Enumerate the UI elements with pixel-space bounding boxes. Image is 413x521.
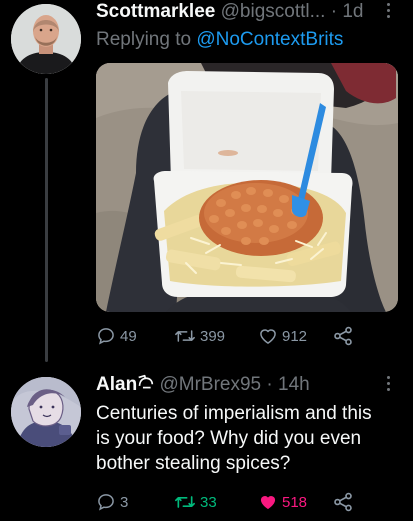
reply-count: 3	[120, 493, 129, 511]
tweet-text-line: is your food? Why did you even	[96, 428, 362, 449]
tweet-header: Scottmarklee @bigscottl... · 1d	[96, 1, 363, 23]
tweet-actions: 3 33 518	[96, 490, 366, 514]
retweet-icon	[175, 330, 195, 342]
thread-connector-line	[45, 78, 48, 362]
reply-icon	[98, 494, 114, 511]
tweet-header: Alan @MrBrex95 · 14h	[96, 374, 310, 396]
tweet-text: Centuries of imperialism and this is you…	[96, 401, 401, 476]
reply-button[interactable]: 49	[96, 324, 137, 348]
replying-to-label: Replying to	[96, 29, 197, 50]
retweet-icon	[174, 496, 195, 508]
tweet-text-line: Centuries of imperialism and this	[96, 403, 372, 424]
separator-dot: ·	[330, 1, 338, 22]
tweet-photo[interactable]	[96, 63, 398, 312]
more-options-icon[interactable]	[387, 3, 391, 21]
like-button[interactable]: 912	[258, 324, 307, 348]
like-button[interactable]: 518	[258, 490, 307, 514]
more-options-icon[interactable]	[387, 376, 391, 394]
retweet-button[interactable]: 399	[174, 324, 225, 348]
tweet-text-line: bother stealing spices?	[96, 453, 291, 474]
photo-chips-beans-cheese-styrofoam-box	[96, 63, 398, 312]
share-icon	[334, 326, 352, 346]
saluting-emoji-icon	[138, 374, 154, 389]
tweet-actions: 49 399 912	[96, 324, 366, 348]
avatar[interactable]	[11, 377, 81, 447]
profile-photo-man	[11, 4, 81, 74]
share-button[interactable]	[332, 490, 354, 514]
retweet-button[interactable]: 33	[174, 490, 217, 514]
timestamp[interactable]: 1d	[342, 1, 363, 22]
tweet-scottmarklee[interactable]: Scottmarklee @bigscottl... · 1d Replying…	[0, 0, 413, 365]
author-name[interactable]: Scottmarklee	[96, 1, 215, 22]
separator-dot: ·	[266, 374, 273, 395]
author-handle[interactable]: @bigscottl...	[221, 1, 326, 22]
share-icon	[334, 492, 352, 512]
timestamp[interactable]: 14h	[278, 374, 310, 395]
profile-drawing-avatar	[11, 377, 81, 447]
reply-icon	[98, 328, 114, 345]
author-name[interactable]: Alan	[96, 374, 137, 395]
reply-button[interactable]: 3	[96, 490, 128, 514]
like-count: 518	[282, 493, 308, 511]
heart-icon	[260, 329, 276, 344]
replying-to-mention[interactable]: @NoContextBrits	[196, 29, 343, 50]
reply-count: 49	[120, 327, 137, 345]
retweet-count: 33	[200, 493, 217, 511]
replying-to-line: Replying to @NoContextBrits	[96, 29, 343, 51]
avatar[interactable]	[11, 4, 81, 74]
tweet-alan[interactable]: Alan @MrBrex95 · 14h Centuries of imperi…	[0, 365, 413, 521]
like-count: 912	[282, 327, 308, 345]
author-handle[interactable]: @MrBrex95	[159, 374, 261, 395]
share-button[interactable]	[332, 324, 354, 348]
retweet-count: 399	[200, 327, 226, 345]
heart-filled-icon	[260, 496, 276, 510]
